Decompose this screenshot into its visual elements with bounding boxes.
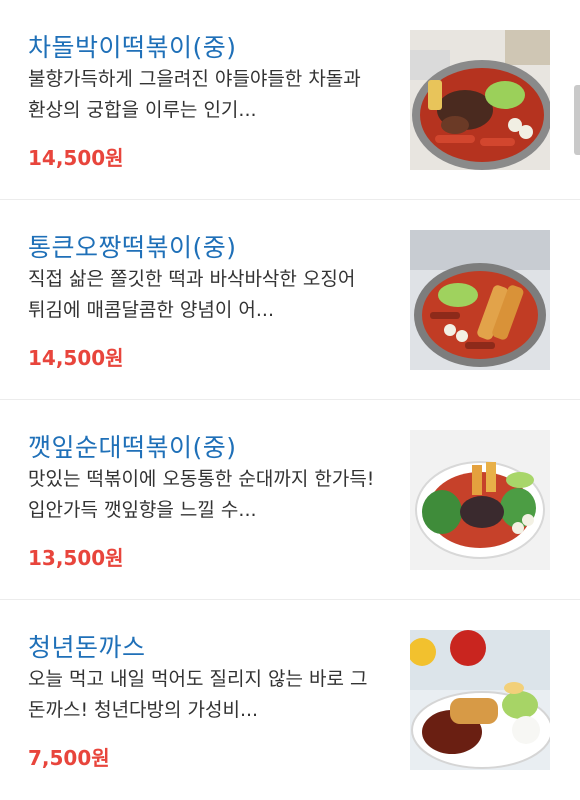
menu-item-description: 불향가득하게 그을려진 야들야들한 차돌과 환상의 궁합을 이루는 인기... [28,68,361,121]
menu-item-price: 14,500원 [28,146,124,170]
menu-item-photo[interactable] [410,230,550,370]
menu-item[interactable]: 청년돈까스 오늘 먹고 내일 먹어도 질리지 않는 바로 그 돈까스! 청년다방… [0,600,580,800]
menu-item-description: 오늘 먹고 내일 먹어도 질리지 않는 바로 그 돈까스! 청년다방의 가성비.… [28,668,368,721]
menu-item-name[interactable]: 깻잎순대떡볶이(중) [28,428,237,464]
menu-item[interactable]: 통큰오짱떡볶이(중) 직접 삶은 쫄깃한 떡과 바삭바삭한 오징어 튀김에 매콤… [0,200,580,400]
menu-item-photo[interactable] [410,630,550,770]
menu-item-price: 14,500원 [28,346,124,370]
menu-item-price: 7,500원 [28,746,110,770]
menu-item-photo[interactable] [410,430,550,570]
menu-item-photo[interactable] [410,30,550,170]
menu-item-price: 13,500원 [28,546,124,570]
menu-list: 차돌박이떡볶이(중) 불향가득하게 그을려진 야들야들한 차돌과 환상의 궁합을… [0,0,580,800]
scrollbar-handle[interactable] [574,85,580,155]
menu-item-name[interactable]: 통큰오짱떡볶이(중) [28,228,237,264]
menu-item[interactable]: 깻잎순대떡볶이(중) 맛있는 떡볶이에 오동통한 순대까지 한가득! 입안가득 … [0,400,580,600]
menu-item-description: 직접 삶은 쫄깃한 떡과 바삭바삭한 오징어 튀김에 매콤달콤한 양념이 어..… [28,268,356,321]
menu-item-description: 맛있는 떡볶이에 오동통한 순대까지 한가득! 입안가득 깻잎향을 느낄 수..… [28,468,375,521]
menu-item-name[interactable]: 청년돈까스 [28,628,146,664]
menu-item[interactable]: 차돌박이떡볶이(중) 불향가득하게 그을려진 야들야들한 차돌과 환상의 궁합을… [0,0,580,200]
menu-item-name[interactable]: 차돌박이떡볶이(중) [28,28,237,64]
